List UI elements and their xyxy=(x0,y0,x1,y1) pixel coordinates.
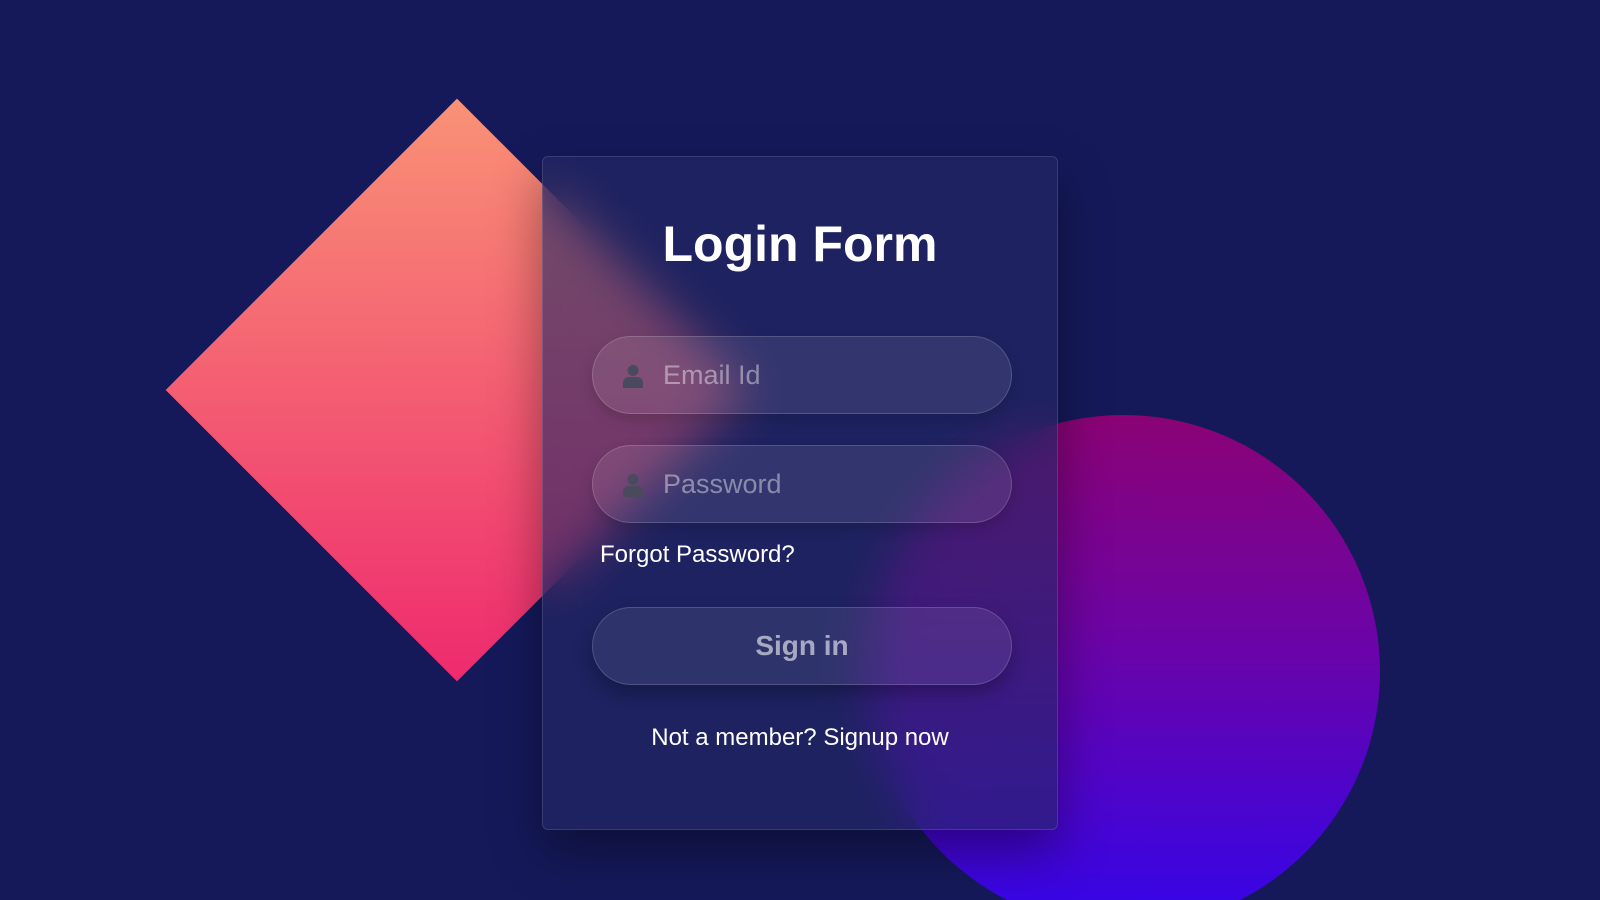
signup-prompt-line: Not a member? Signup now xyxy=(543,724,1057,752)
email-field[interactable] xyxy=(592,336,1012,414)
signup-prompt-text: Not a member? xyxy=(651,724,817,751)
signup-link[interactable]: Signup now xyxy=(823,724,948,751)
form-title: Login Form xyxy=(662,216,938,272)
forgot-password-link[interactable]: Forgot Password? xyxy=(600,541,795,569)
login-card: Login Form Forgot Password? Sign in Not … xyxy=(542,156,1058,830)
sign-in-button[interactable]: Sign in xyxy=(592,607,1012,685)
password-input[interactable] xyxy=(663,446,987,522)
user-icon xyxy=(623,474,643,497)
user-icon xyxy=(623,365,643,388)
password-field[interactable] xyxy=(592,445,1012,523)
email-input[interactable] xyxy=(663,337,987,413)
